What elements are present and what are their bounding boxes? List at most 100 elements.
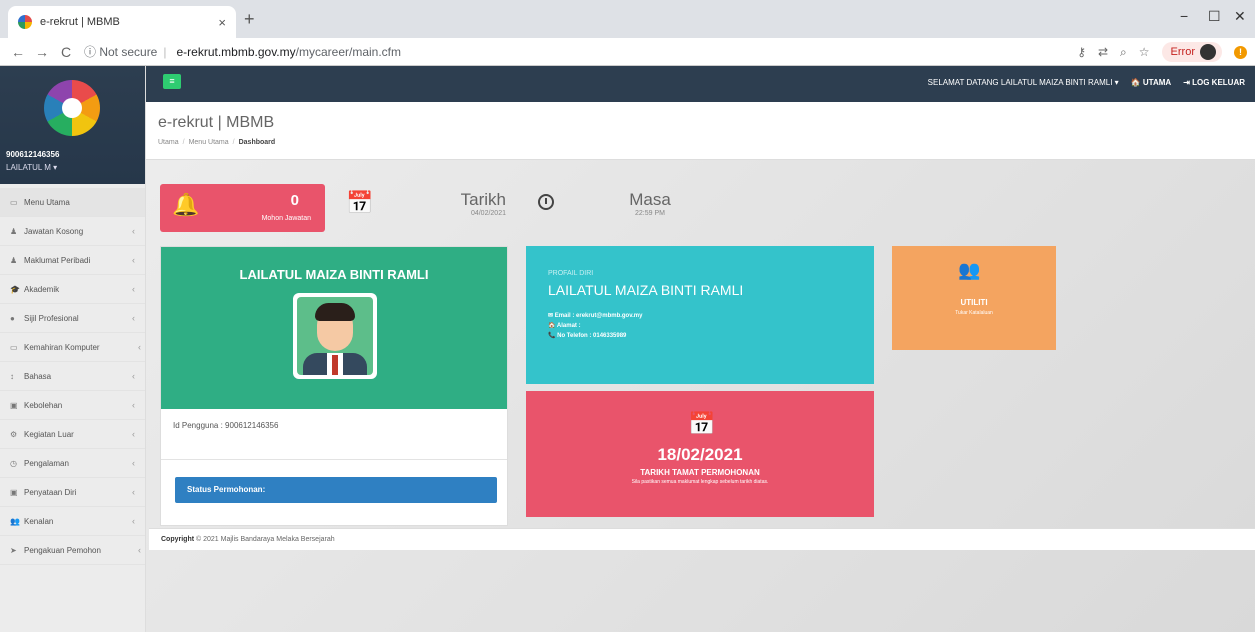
not-secure-label: ⓘ Not secure bbox=[84, 45, 158, 59]
footer: Copyright © 2021 Majlis Bandaraya Melaka… bbox=[149, 528, 1255, 550]
profile-info-heading: PROFAIL DIRI bbox=[548, 270, 594, 277]
phone-line: 📞 No Telefon : 0146335989 bbox=[548, 333, 627, 339]
sidebar-item-pengakuan-pemohon[interactable]: ➤ Pengakuan Pemohon ‹ bbox=[0, 536, 145, 565]
divider bbox=[161, 459, 507, 460]
deadline-card: 📅 18/02/2021 TARIKH TAMAT PERMOHONAN Sil… bbox=[526, 391, 874, 517]
sidebar-menu: ▭ Menu Utama ♟ Jawatan Kosong ‹ ♟ Maklumat P… bbox=[0, 184, 145, 565]
page-header: e-rekrut | MBMB Utama / Menu Utama / Dashboa… bbox=[146, 102, 1255, 160]
sidebar-item-label: Pengalaman bbox=[24, 458, 69, 468]
main-content: 🔔 0 Mohon Jawatan 📅 Tarikh 04/02/2021 Ma… bbox=[146, 160, 1255, 632]
close-window-icon[interactable]: ✕ bbox=[1234, 8, 1246, 25]
tab-close-icon[interactable]: × bbox=[218, 15, 226, 30]
sidebar-item-jawatan-kosong[interactable]: ♟ Jawatan Kosong ‹ bbox=[0, 217, 145, 246]
sidebar-item-kenalan[interactable]: 👥 Kenalan ‹ bbox=[0, 507, 145, 536]
sidebar-item-kemahiran-komputer[interactable]: ▭ Kemahiran Komputer ‹ bbox=[0, 333, 145, 362]
new-tab-button[interactable]: + bbox=[244, 9, 255, 30]
chevron-left-icon: ‹ bbox=[132, 226, 135, 236]
mbmb-logo-icon bbox=[44, 80, 100, 136]
certificate-icon: ● bbox=[10, 313, 15, 323]
zoom-icon[interactable]: ⌕ bbox=[1120, 45, 1127, 60]
profile-error-button[interactable]: Error bbox=[1161, 42, 1222, 62]
sidebar-item-label: Pengakuan Pemohon bbox=[24, 545, 101, 555]
time-label: Masa bbox=[629, 190, 671, 209]
profile-card: LAILATUL MAIZA BINTI RAMLI Id Pengguna :… bbox=[160, 246, 508, 526]
sidebar-item-label: Sijil Profesional bbox=[24, 313, 79, 323]
clock-icon bbox=[538, 194, 554, 210]
send-icon: ➤ bbox=[10, 545, 17, 555]
sidebar-item-label: Menu Utama bbox=[24, 197, 70, 207]
document-icon: ▣ bbox=[10, 487, 18, 497]
home-link[interactable]: 🏠 UTAMA bbox=[1131, 78, 1171, 87]
sort-icon: ↕ bbox=[10, 371, 14, 381]
applications-label: Mohon Jawatan bbox=[261, 215, 311, 222]
star-icon[interactable]: ☆ bbox=[1139, 45, 1150, 59]
forward-button[interactable]: → bbox=[30, 44, 54, 60]
sidebar-item-kebolehan[interactable]: ▣ Kebolehan ‹ bbox=[0, 391, 145, 420]
time-widget: Masa 22:59 PM bbox=[620, 190, 680, 217]
sidebar-item-label: Kegiatan Luar bbox=[24, 429, 74, 439]
deadline-note: Sila pastikan semua maklumat lengkap seb… bbox=[631, 479, 769, 485]
avatar bbox=[293, 293, 377, 379]
applications-count: 0 bbox=[290, 192, 299, 209]
address-actions: ⚷ ⇄ ⌕ ☆ Error ! bbox=[1077, 42, 1247, 62]
deadline-date: 18/02/2021 bbox=[657, 445, 743, 464]
sidebar-item-sijil-profesional[interactable]: ● Sijil Profesional ‹ bbox=[0, 304, 145, 333]
translate-icon[interactable]: ⇄ bbox=[1098, 45, 1108, 59]
chevron-left-icon: ‹ bbox=[138, 342, 141, 352]
application-status-button[interactable]: Status Permohonan: bbox=[175, 477, 497, 503]
breadcrumb-separator: / bbox=[232, 139, 235, 146]
utility-label: UTILITI bbox=[960, 298, 988, 307]
chevron-left-icon: ‹ bbox=[132, 400, 135, 410]
update-alert-icon[interactable]: ! bbox=[1234, 45, 1247, 59]
top-nav-links: SELAMAT DATANG LAILATUL MAIZA BINTI RAML… bbox=[928, 78, 1245, 87]
change-password-link[interactable]: Tukar Katalaluan bbox=[892, 310, 1056, 316]
sidebar-item-penyataan-diri[interactable]: ▣ Penyataan Diri ‹ bbox=[0, 478, 145, 507]
profile-card-header: LAILATUL MAIZA BINTI RAMLI bbox=[161, 247, 507, 409]
user-icon: ♟ bbox=[10, 226, 18, 236]
breadcrumb-utama[interactable]: Utama bbox=[158, 139, 179, 146]
history-icon: ◷ bbox=[10, 458, 17, 468]
date-widget: Tarikh 04/02/2021 bbox=[426, 190, 506, 217]
page-title: e-rekrut | MBMB bbox=[158, 114, 275, 131]
sidebar-item-menu-utama[interactable]: ▭ Menu Utama bbox=[0, 188, 145, 217]
minimize-icon[interactable]: − bbox=[1180, 8, 1188, 24]
utility-card[interactable]: 👥 UTILITI Tukar Katalaluan bbox=[892, 246, 1056, 350]
sidebar: 900612146356 LAILATUL M ▾ ▭ Menu Utama ♟ J… bbox=[0, 66, 146, 632]
date-label: Tarikh bbox=[460, 190, 506, 209]
chevron-left-icon: ‹ bbox=[132, 429, 135, 439]
monitor-icon: ▭ bbox=[10, 197, 18, 207]
users-icon: 👥 bbox=[958, 260, 981, 280]
chevron-left-icon: ‹ bbox=[132, 255, 135, 265]
reload-button[interactable]: C bbox=[54, 44, 78, 60]
gear-icon: ⚙ bbox=[10, 429, 18, 439]
breadcrumb: Utama / Menu Utama / Dashboard bbox=[158, 139, 275, 146]
sidebar-item-pengalaman[interactable]: ◷ Pengalaman ‹ bbox=[0, 449, 145, 478]
logout-link[interactable]: ⇥ LOG KELUAR bbox=[1183, 78, 1245, 87]
top-navbar: ≡ SELAMAT DATANG LAILATUL MAIZA BINTI RA… bbox=[146, 66, 1255, 102]
breadcrumb-menu-utama[interactable]: Menu Utama bbox=[189, 139, 229, 146]
sidebar-item-label: Maklumat Peribadi bbox=[24, 255, 91, 265]
sidebar-item-bahasa[interactable]: ↕ Bahasa ‹ bbox=[0, 362, 145, 391]
profile-info-card: PROFAIL DIRI LAILATUL MAIZA BINTI RAMLI … bbox=[526, 246, 874, 384]
key-icon[interactable]: ⚷ bbox=[1077, 45, 1086, 59]
copyright-text: © 2021 Majlis Bandaraya Melaka Bersejara… bbox=[196, 536, 335, 543]
chevron-left-icon: ‹ bbox=[132, 371, 135, 381]
applications-stat-box[interactable]: 🔔 0 Mohon Jawatan bbox=[160, 184, 325, 232]
copyright-label: Copyright bbox=[161, 536, 195, 543]
back-button[interactable]: ← bbox=[6, 44, 30, 60]
breadcrumb-dashboard: Dashboard bbox=[238, 139, 276, 146]
sidebar-item-akademik[interactable]: 🎓 Akademik ‹ bbox=[0, 275, 145, 304]
maximize-icon[interactable]: ☐ bbox=[1208, 8, 1221, 25]
sidebar-item-maklumat-peribadi[interactable]: ♟ Maklumat Peribadi ‹ bbox=[0, 246, 145, 275]
browser-tab[interactable]: e-rekrut | MBMB × bbox=[8, 6, 236, 38]
date-value: 04/02/2021 bbox=[470, 210, 506, 217]
sidebar-item-kegiatan-luar[interactable]: ⚙ Kegiatan Luar ‹ bbox=[0, 420, 145, 449]
welcome-user-dropdown[interactable]: SELAMAT DATANG LAILATUL MAIZA BINTI RAML… bbox=[928, 78, 1119, 87]
sidebar-user-dropdown[interactable]: LAILATUL M ▾ bbox=[6, 163, 57, 172]
menu-toggle-button[interactable]: ≡ bbox=[163, 74, 181, 89]
sidebar-user-id: 900612146356 bbox=[6, 150, 60, 159]
sidebar-item-label: Penyataan Diri bbox=[24, 487, 77, 497]
sidebar-header: 900612146356 LAILATUL M ▾ bbox=[0, 66, 145, 184]
sidebar-item-label: Jawatan Kosong bbox=[24, 226, 84, 236]
url-field[interactable]: ⓘ Not secure | e-rekrut.mbmb.gov.my/myca… bbox=[84, 43, 401, 60]
